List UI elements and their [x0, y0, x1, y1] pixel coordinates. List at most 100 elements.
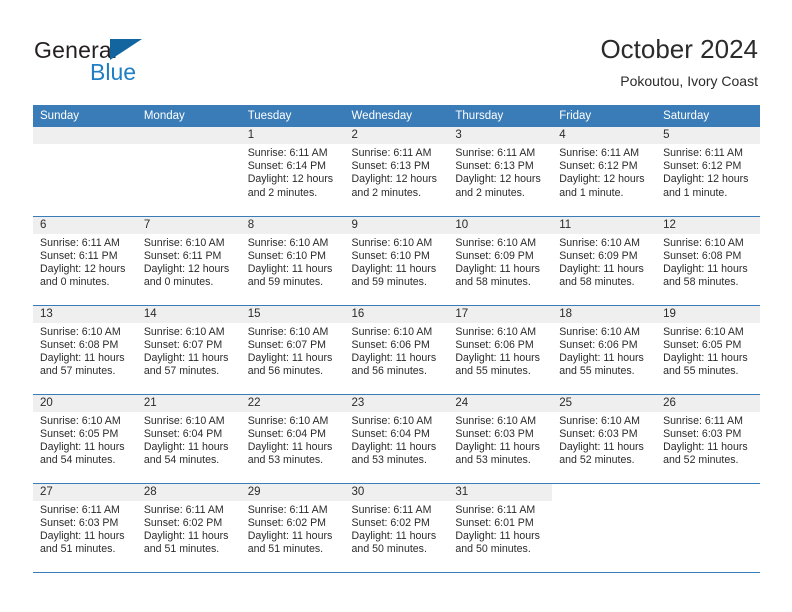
day-cell[interactable]: 4 Sunrise: 6:11 AM Sunset: 6:12 PM Daylight…: [552, 127, 657, 217]
daylight-text-line1: Daylight: 12 hours: [40, 262, 126, 275]
day-cell[interactable]: 22 Sunrise: 6:10 AM Sunset: 6:04 PM Dayligh…: [240, 394, 345, 484]
sunrise-text: Sunrise: 6:10 AM: [143, 325, 225, 338]
day-cell[interactable]: [136, 127, 241, 217]
day-cell[interactable]: 9 Sunrise: 6:10 AM Sunset: 6:10 PM Daylight…: [344, 216, 449, 306]
day-info: Sunrise: 6:11 AM Sunset: 6:12 PM Daylight:…: [656, 144, 760, 200]
day-cell[interactable]: 28 Sunrise: 6:11 AM Sunset: 6:02 PM Dayligh…: [136, 483, 241, 573]
sunset-text: Sunset: 6:06 PM: [351, 338, 430, 351]
day-cell[interactable]: [552, 483, 657, 573]
day-info: Sunrise: 6:11 AM Sunset: 6:02 PM Daylight:…: [345, 501, 449, 557]
sunrise-text: Sunrise: 6:11 AM: [663, 414, 743, 427]
sunset-text: Sunset: 6:09 PM: [559, 249, 638, 262]
day-cell[interactable]: 29 Sunrise: 6:11 AM Sunset: 6:02 PM Dayligh…: [240, 483, 345, 573]
day-cell[interactable]: 19 Sunrise: 6:10 AM Sunset: 6:05 PM Dayligh…: [656, 305, 760, 395]
day-info: Sunrise: 6:10 AM Sunset: 6:03 PM Daylight:…: [552, 412, 656, 468]
day-cell[interactable]: 13 Sunrise: 6:10 AM Sunset: 6:08 PM Dayligh…: [33, 305, 137, 395]
day-number: 3: [448, 127, 553, 144]
day-info: Sunrise: 6:11 AM Sunset: 6:13 PM Daylight:…: [345, 144, 449, 200]
day-cell[interactable]: [33, 127, 137, 217]
day-cell[interactable]: 21 Sunrise: 6:10 AM Sunset: 6:04 PM Dayligh…: [136, 394, 241, 484]
day-number: 13: [33, 305, 137, 323]
day-cell[interactable]: 5 Sunrise: 6:11 AM Sunset: 6:12 PM Daylight…: [656, 127, 760, 217]
day-cell[interactable]: 20 Sunrise: 6:10 AM Sunset: 6:05 PM Dayligh…: [33, 394, 137, 484]
daylight-text-line1: Daylight: 11 hours: [40, 440, 125, 453]
day-number: 5: [656, 127, 760, 144]
daylight-text-line1: Daylight: 11 hours: [663, 262, 748, 275]
daylight-text-line2: and 2 minutes.: [247, 186, 318, 199]
week-row: 20 Sunrise: 6:10 AM Sunset: 6:05 PM Dayligh…: [33, 394, 760, 484]
day-cell[interactable]: 26 Sunrise: 6:11 AM Sunset: 6:03 PM Dayligh…: [656, 394, 760, 484]
day-cell[interactable]: 31 Sunrise: 6:11 AM Sunset: 6:01 PM Dayligh…: [448, 483, 553, 573]
day-cell[interactable]: 23 Sunrise: 6:10 AM Sunset: 6:04 PM Dayligh…: [344, 394, 449, 484]
day-cell[interactable]: 27 Sunrise: 6:11 AM Sunset: 6:03 PM Dayligh…: [33, 483, 137, 573]
weekday-header-monday: Monday: [136, 105, 241, 127]
day-cell[interactable]: 25 Sunrise: 6:10 AM Sunset: 6:03 PM Dayligh…: [552, 394, 657, 484]
day-number: 11: [552, 216, 657, 234]
day-cell[interactable]: 17 Sunrise: 6:10 AM Sunset: 6:06 PM Dayligh…: [448, 305, 553, 395]
sunrise-text: Sunrise: 6:11 AM: [559, 147, 640, 159]
sunrise-text: Sunrise: 6:10 AM: [559, 414, 640, 427]
sunset-text: Sunset: 6:11 PM: [143, 249, 222, 262]
sunset-text: Sunset: 6:09 PM: [455, 249, 534, 262]
day-cell[interactable]: 8 Sunrise: 6:10 AM Sunset: 6:10 PM Daylight…: [240, 216, 345, 306]
calendar-grid: Sunday Monday Tuesday Wednesday Thursday…: [33, 105, 760, 573]
day-cell[interactable]: 7 Sunrise: 6:10 AM Sunset: 6:11 PM Daylight…: [136, 216, 241, 306]
day-number: 4: [552, 127, 657, 144]
daylight-text-line2: and 50 minutes.: [455, 543, 531, 556]
day-cell[interactable]: 12 Sunrise: 6:10 AM Sunset: 6:08 PM Dayligh…: [656, 216, 760, 306]
daylight-text-line2: and 57 minutes.: [143, 365, 220, 378]
day-cell[interactable]: 24 Sunrise: 6:10 AM Sunset: 6:03 PM Dayligh…: [448, 394, 553, 484]
brand-logo[interactable]: General Blue: [34, 37, 254, 93]
day-cell[interactable]: 10 Sunrise: 6:10 AM Sunset: 6:09 PM Dayligh…: [448, 216, 553, 306]
day-info: Sunrise: 6:11 AM Sunset: 6:12 PM Daylight:…: [552, 144, 656, 200]
day-number: 28: [136, 483, 241, 501]
day-info: Sunrise: 6:10 AM Sunset: 6:05 PM Daylight:…: [33, 412, 137, 468]
sunrise-text: Sunrise: 6:10 AM: [40, 414, 121, 427]
calendar-body: 1 Sunrise: 6:11 AM Sunset: 6:14 PM Daylight…: [33, 127, 760, 573]
day-cell[interactable]: 6 Sunrise: 6:11 AM Sunset: 6:11 PM Daylight…: [33, 216, 137, 306]
day-number: 2: [344, 127, 449, 144]
day-cell[interactable]: [656, 483, 760, 573]
day-number: 9: [344, 216, 449, 234]
day-info: Sunrise: 6:10 AM Sunset: 6:11 PM Daylight:…: [137, 234, 241, 290]
daylight-text-line1: Daylight: 12 hours: [247, 173, 334, 186]
day-info: [33, 144, 137, 147]
day-info: Sunrise: 6:11 AM Sunset: 6:01 PM Daylight:…: [448, 501, 552, 557]
day-info: Sunrise: 6:10 AM Sunset: 6:10 PM Daylight:…: [241, 234, 345, 290]
sunrise-text: Sunrise: 6:11 AM: [143, 503, 224, 516]
sunrise-text: Sunrise: 6:11 AM: [455, 503, 536, 516]
day-number: 31: [448, 483, 553, 501]
weekday-header-sunday: Sunday: [33, 105, 137, 127]
day-cell[interactable]: 14 Sunrise: 6:10 AM Sunset: 6:07 PM Dayligh…: [136, 305, 241, 395]
day-cell[interactable]: 18 Sunrise: 6:10 AM Sunset: 6:06 PM Dayligh…: [552, 305, 657, 395]
day-info: Sunrise: 6:10 AM Sunset: 6:08 PM Daylight:…: [33, 323, 137, 379]
daylight-text-line1: Daylight: 11 hours: [143, 351, 229, 364]
day-cell[interactable]: 30 Sunrise: 6:11 AM Sunset: 6:02 PM Dayligh…: [344, 483, 449, 573]
day-number: 21: [136, 394, 241, 412]
week-row: 27 Sunrise: 6:11 AM Sunset: 6:03 PM Dayligh…: [33, 483, 760, 573]
page-header: General Blue October 2024 Pokoutou, Ivor…: [0, 0, 792, 104]
daylight-text-line2: and 57 minutes.: [40, 365, 116, 378]
daylight-text-line1: Daylight: 11 hours: [559, 262, 644, 275]
daylight-text-line1: Daylight: 11 hours: [247, 262, 333, 275]
sunrise-text: Sunrise: 6:10 AM: [247, 414, 329, 427]
day-cell[interactable]: 3 Sunrise: 6:11 AM Sunset: 6:13 PM Daylight…: [448, 127, 553, 217]
day-info: Sunrise: 6:10 AM Sunset: 6:04 PM Daylight:…: [345, 412, 449, 468]
day-cell[interactable]: 11 Sunrise: 6:10 AM Sunset: 6:09 PM Dayligh…: [552, 216, 657, 306]
daylight-text-line1: Daylight: 11 hours: [663, 351, 748, 364]
sunrise-text: Sunrise: 6:10 AM: [351, 325, 433, 338]
daylight-text-line2: and 54 minutes.: [143, 454, 220, 467]
day-cell[interactable]: 2 Sunrise: 6:11 AM Sunset: 6:13 PM Daylight…: [344, 127, 449, 217]
day-info: Sunrise: 6:11 AM Sunset: 6:02 PM Daylight:…: [137, 501, 241, 557]
sunset-text: Sunset: 6:13 PM: [351, 160, 430, 173]
calendar-page: General Blue October 2024 Pokoutou, Ivor…: [0, 0, 792, 612]
day-cell[interactable]: 16 Sunrise: 6:10 AM Sunset: 6:06 PM Dayligh…: [344, 305, 449, 395]
day-cell[interactable]: 15 Sunrise: 6:10 AM Sunset: 6:07 PM Dayligh…: [240, 305, 345, 395]
calendar-table: Sunday Monday Tuesday Wednesday Thursday…: [33, 105, 760, 573]
daylight-text-line1: Daylight: 11 hours: [247, 351, 333, 364]
day-info: Sunrise: 6:10 AM Sunset: 6:09 PM Daylight:…: [552, 234, 656, 290]
sunrise-text: Sunrise: 6:10 AM: [143, 414, 225, 427]
day-cell[interactable]: 1 Sunrise: 6:11 AM Sunset: 6:14 PM Daylight…: [240, 127, 345, 217]
day-info: Sunrise: 6:10 AM Sunset: 6:04 PM Daylight:…: [137, 412, 241, 468]
day-number: 30: [344, 483, 449, 501]
